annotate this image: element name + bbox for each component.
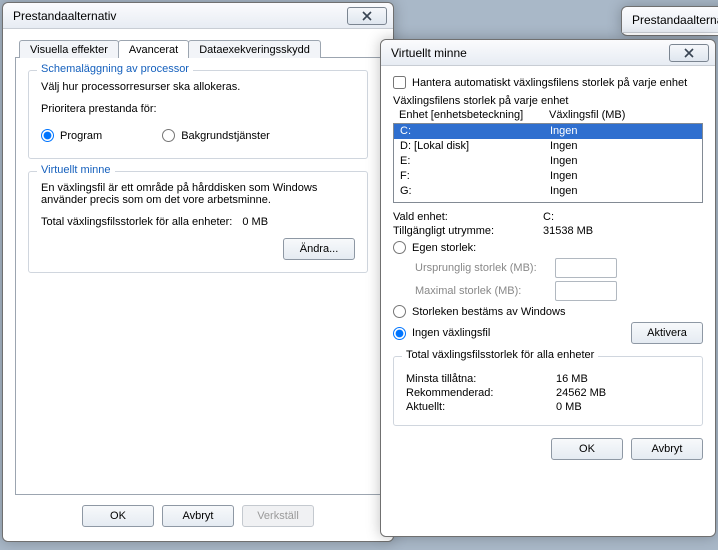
radio-system-label: Storleken bestäms av Windows xyxy=(412,306,565,318)
drive-list-header: Enhet [enhetsbeteckning] Växlingsfil (MB… xyxy=(393,109,703,123)
drive-pagefile-cell: Ingen xyxy=(550,184,578,199)
vm-total-label: Total växlingsfilsstorlek för alla enhet… xyxy=(41,216,232,228)
radio-nopage-label: Ingen växlingsfil xyxy=(412,327,490,339)
bg-titlebar: Prestandaalternat xyxy=(622,7,718,33)
drive-row[interactable]: C:Ingen xyxy=(394,124,702,139)
drive-pagefile-cell: Ingen xyxy=(550,154,578,169)
perf-ok-button[interactable]: OK xyxy=(82,505,154,527)
radio-background-label: Bakgrundstjänster xyxy=(181,130,270,142)
drive-row[interactable]: G:Ingen xyxy=(394,184,702,199)
virtual-memory-group: Virtuellt minne En växlingsfil är ett om… xyxy=(28,171,368,273)
vm-group-desc: En växlingsfil är ett område på hårddisk… xyxy=(41,182,355,206)
radio-background[interactable]: Bakgrundstjänster xyxy=(162,129,270,142)
scheduling-legend: Schemaläggning av processor xyxy=(37,63,193,75)
selected-drive-label: Vald enhet: xyxy=(393,211,543,223)
vm-ok-button[interactable]: OK xyxy=(551,438,623,460)
close-icon xyxy=(362,11,372,21)
vm-group-legend: Virtuellt minne xyxy=(37,164,115,176)
selected-drive-value: C: xyxy=(543,211,554,223)
close-icon xyxy=(684,48,694,58)
radio-system-managed[interactable]: Storleken bestäms av Windows xyxy=(393,305,703,318)
perf-titlebar: Prestandaalternativ xyxy=(3,3,393,29)
change-button[interactable]: Ändra... xyxy=(283,238,355,260)
background-perf-dialog: Prestandaalternat xyxy=(621,6,718,36)
max-size-input xyxy=(555,281,617,301)
drive-letter-cell: F: xyxy=(400,169,550,184)
tab-panel-advanced: Schemaläggning av processor Välj hur pro… xyxy=(15,57,381,495)
radio-custom-input[interactable] xyxy=(393,241,406,254)
recommended-value: 24562 MB xyxy=(556,387,606,399)
prioritize-label: Prioritera prestanda för: xyxy=(41,103,355,115)
tab-dep[interactable]: Dataexekveringsskydd xyxy=(188,40,321,58)
initial-size-label: Ursprunglig storlek (MB): xyxy=(415,262,555,274)
vm-cancel-button[interactable]: Avbryt xyxy=(631,438,703,460)
current-value: 0 MB xyxy=(556,401,582,413)
drive-list[interactable]: C:IngenD: [Lokal disk]IngenE:IngenF:Inge… xyxy=(393,123,703,203)
scheduling-desc: Välj hur processorresurser ska allokeras… xyxy=(41,81,355,93)
min-allowed-value: 16 MB xyxy=(556,373,588,385)
avail-space-value: 31538 MB xyxy=(543,225,593,237)
tab-visual-effects[interactable]: Visuella effekter xyxy=(19,40,119,58)
col-drive: Enhet [enhetsbeteckning] xyxy=(399,109,549,121)
drive-pagefile-cell: Ingen xyxy=(550,139,578,154)
auto-manage-label: Hantera automatiskt växlingsfilens storl… xyxy=(412,77,687,89)
radio-custom-label: Egen storlek: xyxy=(412,242,476,254)
perf-close-button[interactable] xyxy=(347,7,387,25)
recommended-label: Rekommenderad: xyxy=(406,387,556,399)
drive-letter-cell: G: xyxy=(400,184,550,199)
current-label: Aktuellt: xyxy=(406,401,556,413)
tabstrip: Visuella effekter Avancerat Dataexekveri… xyxy=(19,39,381,57)
radio-system-input[interactable] xyxy=(393,305,406,318)
radio-background-input[interactable] xyxy=(162,129,175,142)
tab-advanced[interactable]: Avancerat xyxy=(118,40,189,58)
drive-row[interactable]: D: [Lokal disk]Ingen xyxy=(394,139,702,154)
drive-pagefile-cell: Ingen xyxy=(550,169,578,184)
drive-row[interactable]: F:Ingen xyxy=(394,169,702,184)
col-pagefile: Växlingsfil (MB) xyxy=(549,109,625,121)
radio-programs-label: Program xyxy=(60,130,102,142)
radio-programs-input[interactable] xyxy=(41,129,54,142)
min-allowed-label: Minsta tillåtna: xyxy=(406,373,556,385)
drive-row[interactable]: E:Ingen xyxy=(394,154,702,169)
drive-letter-cell: D: [Lokal disk] xyxy=(400,139,550,154)
total-heading: Total växlingsfilsstorlek för alla enhet… xyxy=(402,349,598,361)
radio-programs[interactable]: Program xyxy=(41,129,102,142)
radio-no-pagefile[interactable]: Ingen växlingsfil xyxy=(393,327,631,340)
radio-custom-size[interactable]: Egen storlek: xyxy=(393,241,703,254)
perf-title: Prestandaalternativ xyxy=(13,9,347,23)
radio-nopage-input[interactable] xyxy=(393,327,406,340)
avail-space-label: Tillgängligt utrymme: xyxy=(393,225,543,237)
performance-options-dialog: Prestandaalternativ Visuella effekter Av… xyxy=(2,2,394,542)
drive-pagefile-cell: Ingen xyxy=(550,124,578,139)
drive-letter-cell: C: xyxy=(400,124,550,139)
activate-button[interactable]: Aktivera xyxy=(631,322,703,344)
processor-scheduling-group: Schemaläggning av processor Välj hur pro… xyxy=(28,70,368,159)
auto-manage-input[interactable] xyxy=(393,76,406,89)
perf-apply-button: Verkställ xyxy=(242,505,314,527)
drive-letter-cell: E: xyxy=(400,154,550,169)
total-pagefile-group: Total växlingsfilsstorlek för alla enhet… xyxy=(393,356,703,426)
perf-button-row: OK Avbryt Verkställ xyxy=(15,505,381,527)
bg-title: Prestandaalternat xyxy=(632,13,718,27)
perf-cancel-button[interactable]: Avbryt xyxy=(162,505,234,527)
max-size-label: Maximal storlek (MB): xyxy=(415,285,555,297)
pagefile-size-heading: Växlingsfilens storlek på varje enhet xyxy=(393,95,703,107)
initial-size-input xyxy=(555,258,617,278)
auto-manage-checkbox[interactable]: Hantera automatiskt växlingsfilens storl… xyxy=(393,76,703,89)
vm-total-value: 0 MB xyxy=(242,216,268,228)
vm-close-button[interactable] xyxy=(669,44,709,62)
virtual-memory-dialog: Virtuellt minne Hantera automatiskt växl… xyxy=(380,39,716,537)
vm-titlebar: Virtuellt minne xyxy=(381,40,715,66)
vm-title: Virtuellt minne xyxy=(391,46,669,60)
vm-button-row: OK Avbryt xyxy=(393,438,703,460)
